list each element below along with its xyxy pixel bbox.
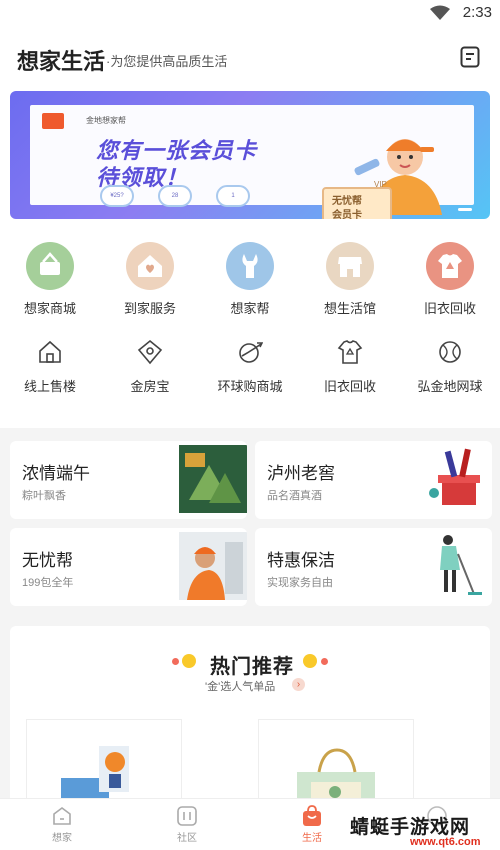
promo-title: 泸州老窖 [267, 464, 335, 483]
zongzi-image-icon [179, 445, 247, 513]
home-outline-icon [39, 340, 61, 363]
section-subtitle: '金'选人气单品 [205, 681, 276, 693]
service-home[interactable]: 到家服务 [100, 242, 200, 317]
quick-link-clothes-recycle[interactable]: 旧衣回收 [300, 339, 400, 395]
watermark-text: 蜻蜓手游戏网 [350, 817, 471, 838]
quick-link-online-sales[interactable]: 线上售楼 [0, 339, 100, 395]
banner-pill: ¥25? [100, 185, 134, 207]
quick-link-label: 环球购商城 [217, 379, 283, 394]
promo-title: 无忧帮 [22, 551, 73, 570]
tennis-ball-icon [439, 341, 461, 363]
decor-dot [182, 654, 196, 668]
service-label: 想生活馆 [323, 301, 376, 316]
brand-logo-icon [42, 113, 64, 129]
tab-label: 生活 [302, 833, 322, 844]
service-clothes-recycle[interactable]: 旧衣回收 [400, 242, 500, 317]
promo-subtitle: 粽叶飘香 [22, 490, 66, 502]
page-subtitle: ·为您提供高品质生活 [106, 54, 228, 69]
repairman-image-icon [179, 532, 247, 600]
banner-card: 金地想家帮 您有一张会员卡 待领取！ ¥25? 28 1 VIP 无忧帮 会员卡 [30, 105, 474, 219]
service-life-store[interactable]: 想生活馆 [300, 242, 400, 317]
decor-dot [303, 654, 317, 668]
banner-pager-indicator [458, 208, 472, 211]
quick-link-label: 线上售楼 [23, 379, 76, 394]
promo-card-luzhou-laojiao[interactable]: 泸州老窖 品名酒真酒 [255, 441, 492, 519]
promo-title: 特惠保洁 [267, 551, 335, 570]
page-title: 想家生活 [17, 49, 106, 74]
document-icon[interactable] [460, 46, 480, 68]
status-bar: 2:33 [0, 0, 500, 26]
community-tab-icon [177, 806, 197, 826]
bag-tab-icon [303, 805, 321, 826]
section-title: 热门推荐 [210, 656, 294, 678]
shirt-icon [426, 242, 474, 290]
watermark-url: www.qt6.com [410, 836, 481, 848]
cleaner-image-icon [440, 535, 482, 595]
app-header: 想家生活 ·为您提供高品质生活 [0, 26, 500, 88]
chevron-right-icon[interactable]: › [292, 678, 305, 691]
vip-card: VIP 无忧帮 会员卡 [322, 180, 392, 219]
promo-subtitle: 199包全年 [22, 577, 74, 589]
tab-label: 想家 [52, 833, 72, 844]
quick-link-global-mall[interactable]: 环球购商城 [200, 339, 300, 395]
banner-pill: 1 [216, 185, 250, 207]
decor-dot [172, 658, 179, 665]
shop-icon [326, 242, 374, 290]
basket-icon [26, 242, 74, 290]
promo-subtitle: 实现家务自由 [267, 577, 333, 589]
service-label: 到家服务 [123, 301, 176, 316]
service-label: 旧衣回收 [423, 301, 476, 316]
promo-card-wuyoubang[interactable]: 无忧帮 199包全年 [10, 528, 247, 606]
tab-xiangjia[interactable]: 想家 [22, 805, 102, 844]
banner-pill: 28 [158, 185, 192, 207]
wrench-icon [226, 242, 274, 290]
quick-link-tennis[interactable]: 弘金地网球 [400, 339, 500, 395]
vip-card-label: 无忧帮 [332, 196, 362, 207]
tag-icon [137, 339, 163, 365]
quick-link-label: 旧衣回收 [323, 379, 376, 394]
hot-recommend-section: 热门推荐 '金'选人气单品 › [10, 626, 490, 820]
home-tab-icon [53, 807, 71, 825]
tab-community[interactable]: 社区 [147, 805, 227, 844]
promo-card-dragon-boat[interactable]: 浓情端午 粽叶飘香 [10, 441, 247, 519]
tab-life[interactable]: 生活 [272, 805, 352, 844]
quick-link-label: 金房宝 [130, 379, 170, 394]
service-label: 想家商城 [23, 301, 76, 316]
status-time: 2:33 [462, 4, 492, 21]
liquor-image-icon [429, 448, 480, 505]
wifi-icon [430, 5, 450, 20]
quick-link-jinfangbao[interactable]: 金房宝 [100, 339, 200, 395]
tab-label: 社区 [177, 833, 197, 844]
member-card-banner[interactable]: 金地想家帮 您有一张会员卡 待领取！ ¥25? 28 1 VIP 无忧帮 会员卡 [10, 91, 490, 219]
house-heart-icon [126, 242, 174, 290]
service-label: 想家帮 [230, 301, 270, 316]
service-mall[interactable]: 想家商城 [0, 242, 100, 317]
vip-tag: VIP [374, 180, 387, 189]
promo-card-cleaning[interactable]: 特惠保洁 实现家务自由 [255, 528, 492, 606]
service-helper[interactable]: 想家帮 [200, 242, 300, 317]
globe-plane-icon [239, 342, 263, 363]
promo-subtitle: 品名酒真酒 [267, 490, 322, 502]
vip-card-label-2: 会员卡 [332, 210, 362, 219]
banner-brand: 金地想家帮 [86, 116, 126, 125]
quick-link-label: 弘金地网球 [417, 379, 483, 394]
shirt-outline-icon [337, 340, 363, 364]
decor-dot [321, 658, 328, 665]
promo-title: 浓情端午 [22, 464, 90, 483]
